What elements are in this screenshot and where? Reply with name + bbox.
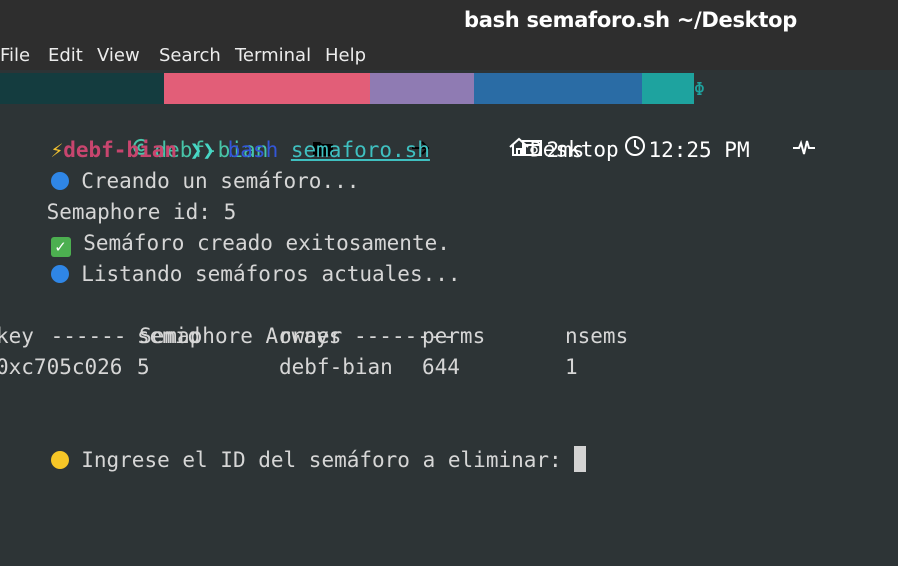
column-perms: perms (422, 324, 486, 348)
cell-owner: debf-bian (279, 355, 393, 379)
menu-search[interactable]: Search (159, 45, 221, 66)
window-title: bash semaforo.sh ~/Desktop (464, 8, 797, 32)
menu-terminal[interactable]: Terminal (235, 45, 311, 66)
input-prompt: Ingrese el ID del semáforo a eliminar: (81, 448, 562, 472)
statusline-directory: Desktop (164, 73, 619, 162)
statusline-clock: 12:25 PM (474, 73, 750, 162)
cell-semid: 5 (137, 355, 150, 379)
prompt-line: ⚡debf-bian ❯❯ bash semaforo.sh (0, 104, 430, 162)
statusline-tail-glyph: Φ (694, 79, 705, 100)
input-prompt-line: Ingrese el ID del semáforo a eliminar: (0, 414, 587, 472)
column-semid: semid (137, 324, 201, 348)
output-line: ------ Semaphore Arrays -------- (0, 290, 456, 348)
menu-view[interactable]: View (97, 45, 140, 66)
cell-perms: 644 (422, 355, 460, 379)
table-header: key semid owner perms nsems (0, 321, 898, 352)
menu-file[interactable]: File (0, 45, 30, 66)
title-bar: bash semaforo.sh ~/Desktop (0, 0, 898, 42)
table-row: 0xc705c026 5 debf-bian 644 1 (0, 352, 898, 383)
column-key: key (0, 324, 34, 348)
output-line: Semaphore id: 5 (0, 166, 237, 224)
statusline-status (642, 73, 816, 155)
statusline-duration: 2ms (370, 73, 584, 162)
output-listing: Listando semáforos actuales... (81, 262, 461, 286)
output-line: Listando semáforos actuales... (0, 228, 461, 286)
menu-edit[interactable]: Edit (48, 45, 83, 66)
clock-icon (549, 104, 647, 197)
yellow-circle-icon (50, 451, 69, 469)
heartbeat-icon (717, 104, 817, 197)
terminal-cursor[interactable] (574, 446, 587, 472)
cell-key: 0xc705c026 (0, 355, 123, 379)
blue-circle-icon (50, 265, 69, 283)
statusline-host: debf-bian (0, 73, 268, 162)
cell-nsems: 1 (565, 355, 578, 379)
terminal-body[interactable]: debf-bian Ξ Desktop Ξ 2ms Ξ 12:25 PM Ξ Φ… (0, 70, 898, 566)
output-line: Creando un semáforo... (0, 135, 359, 193)
menu-help[interactable]: Help (325, 45, 366, 66)
column-nsems: nsems (565, 324, 629, 348)
menu-bar: File Edit View Search Terminal Help (0, 42, 898, 70)
output-line: ✓ Semáforo creado exitosamente. (0, 197, 450, 257)
column-owner: owner (279, 324, 343, 348)
